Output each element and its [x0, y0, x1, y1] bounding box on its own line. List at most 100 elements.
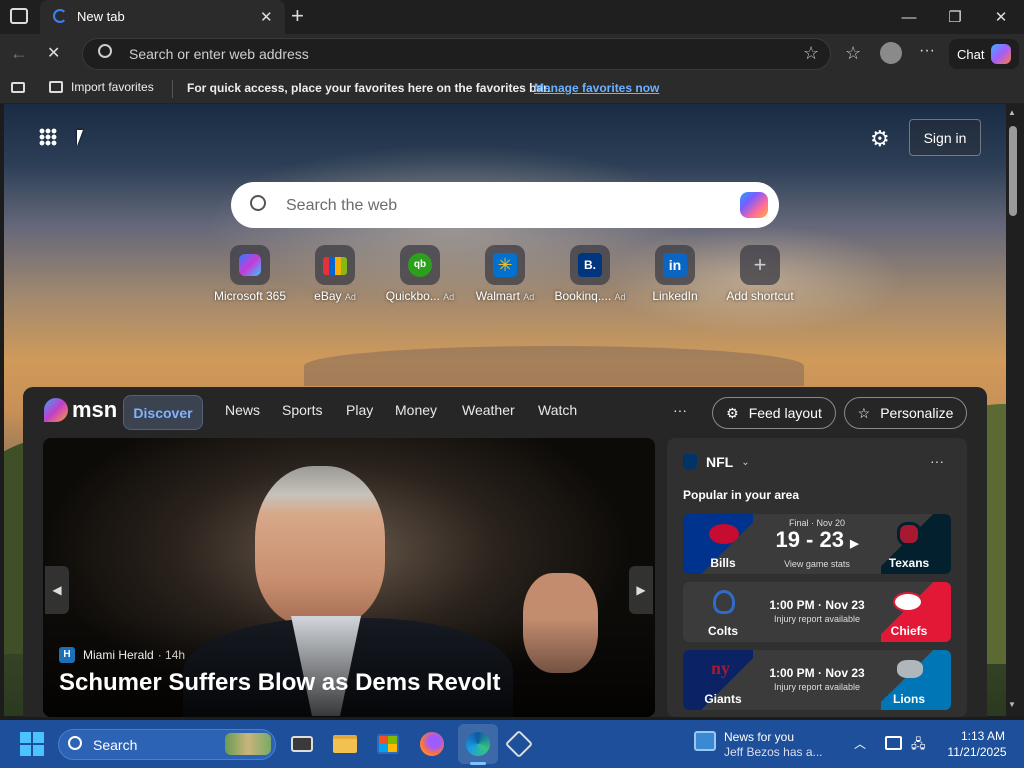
tab-watch[interactable]: Watch: [538, 402, 577, 418]
search-icon: [250, 195, 266, 211]
favorite-star-icon[interactable]: ☆: [803, 43, 819, 64]
taskbar-search-label: Search: [93, 737, 138, 753]
page-settings-icon[interactable]: ⚙: [870, 126, 890, 152]
quickbooks-icon: qb: [408, 253, 432, 277]
msn-logo[interactable]: msn: [44, 397, 117, 423]
feed-layout-button[interactable]: ⚙ Feed layout: [712, 397, 836, 429]
sign-in-button[interactable]: Sign in: [909, 119, 981, 156]
shortcut-linkedin[interactable]: in: [655, 245, 695, 285]
import-favorites-button[interactable]: Import favorites: [49, 80, 154, 94]
new-tab-button[interactable]: +: [291, 3, 304, 29]
game-note[interactable]: View game stats: [753, 559, 881, 569]
close-window-icon[interactable]: ✕: [986, 6, 1016, 28]
chat-button[interactable]: Chat: [949, 39, 1019, 69]
hero-source: H Miami Herald · 14h: [59, 647, 185, 663]
restore-icon[interactable]: ❐: [940, 6, 970, 28]
game-note[interactable]: Injury report available: [753, 614, 881, 624]
scrollbar-thumb[interactable]: [1009, 126, 1017, 216]
add-shortcut-button[interactable]: +: [740, 245, 780, 285]
copilot-icon: [991, 44, 1012, 64]
tab-money[interactable]: Money: [395, 402, 437, 418]
tab-actions-icon[interactable]: [10, 8, 28, 24]
bills-logo-icon: [709, 524, 739, 544]
hero-next-button[interactable]: ▶: [629, 566, 653, 614]
team-name: Bills: [710, 556, 736, 570]
news-widget-title[interactable]: News for you: [724, 730, 794, 744]
profile-avatar[interactable]: [880, 42, 902, 64]
network-icon[interactable]: 🖧: [911, 735, 926, 757]
clock-date[interactable]: 11/21/2025: [942, 745, 1012, 759]
ebay-icon: [323, 257, 347, 275]
tab-sports[interactable]: Sports: [282, 402, 322, 418]
hero-headline[interactable]: Schumer Suffers Blow as Dems Revolt: [59, 669, 500, 697]
close-tab-icon[interactable]: ✕: [260, 8, 273, 26]
file-explorer-icon[interactable]: [330, 730, 360, 758]
tab-news[interactable]: News: [225, 402, 260, 418]
team-name: Giants: [704, 692, 742, 706]
game-colts-chiefs[interactable]: Colts Chiefs 1:00 PM · Nov 23 Injury rep…: [683, 582, 951, 642]
sliders-icon: ⚙: [726, 404, 739, 421]
back-icon[interactable]: ←: [10, 43, 28, 64]
nfl-header[interactable]: NFL ⌄: [683, 454, 750, 470]
sparkle-icon: ☆: [857, 404, 871, 421]
edge-icon[interactable]: [463, 730, 493, 758]
tab-title: New tab: [77, 9, 125, 24]
clock-time[interactable]: 1:13 AM: [958, 729, 1008, 743]
web-search-placeholder[interactable]: Search the web: [286, 197, 397, 215]
shortcut-booking[interactable]: B.: [570, 245, 610, 285]
chiefs-logo-icon: [893, 592, 923, 612]
display-icon[interactable]: [885, 736, 902, 750]
personalize-button[interactable]: ☆ Personalize: [844, 397, 967, 429]
game-giants-lions[interactable]: ny Giants Lions 1:00 PM · Nov 23 Injury …: [683, 650, 951, 710]
shortcut-label: LinkedIn: [652, 289, 698, 303]
apps-launcher-icon[interactable]: [39, 128, 57, 146]
booking-icon: B.: [578, 253, 602, 277]
chat-label: Chat: [957, 46, 985, 62]
hero-story[interactable]: H Miami Herald · 14h Schumer Suffers Blo…: [43, 438, 655, 717]
address-placeholder[interactable]: Search or enter web address: [129, 46, 309, 62]
copilot-icon[interactable]: [740, 192, 768, 218]
stop-loading-icon[interactable]: ✕: [47, 43, 60, 63]
loading-tab-icon: [53, 9, 67, 23]
giants-logo-icon: ny: [711, 658, 731, 678]
hero-previous-button[interactable]: ◀: [45, 566, 69, 614]
play-arrow-icon: ▶: [850, 538, 859, 550]
favorites-icon[interactable]: ☆: [845, 43, 861, 64]
shortcut-walmart[interactable]: ✳: [485, 245, 525, 285]
shortcut-ebay[interactable]: [315, 245, 355, 285]
virtualbox-icon[interactable]: [504, 729, 534, 759]
chevron-up-icon[interactable]: ︿: [854, 735, 866, 752]
game-status: 1:00 PM · Nov 23: [769, 666, 865, 680]
news-widget-icon[interactable]: [694, 731, 716, 751]
manage-favorites-link[interactable]: Manage favorites now: [534, 81, 659, 95]
shortcut-quickbooks[interactable]: qb: [400, 245, 440, 285]
search-icon: [98, 44, 112, 58]
microsoft-store-icon[interactable]: [373, 730, 403, 758]
nfl-logo-icon: [683, 454, 697, 470]
shortcut-label: eBay Ad: [314, 289, 356, 303]
nfl-more-options-icon[interactable]: ···: [930, 453, 944, 469]
shortcut-microsoft-365[interactable]: [230, 245, 270, 285]
sidebar-toggle-icon[interactable]: [11, 82, 25, 93]
shortcut-label: Bookinq.... Ad: [554, 289, 626, 303]
game-score: 19 - 23 ▶: [775, 527, 859, 552]
plus-icon: +: [753, 252, 767, 277]
game-note[interactable]: Injury report available: [753, 682, 881, 692]
tab-play[interactable]: Play: [346, 402, 373, 418]
more-tabs-button[interactable]: ···: [673, 402, 687, 418]
scroll-up-icon[interactable]: ▲: [1008, 108, 1016, 117]
news-widget-subtitle[interactable]: Jeff Bezos has a...: [724, 745, 823, 759]
task-view-icon[interactable]: [287, 730, 317, 758]
start-windows-icon[interactable]: [20, 732, 44, 756]
minimize-icon[interactable]: —: [894, 6, 924, 28]
tab-weather[interactable]: Weather: [462, 402, 515, 418]
shortcut-label: Walmart Ad: [475, 289, 535, 303]
import-favorites-label: Import favorites: [71, 80, 154, 94]
settings-more-icon[interactable]: ···: [919, 42, 935, 60]
firefox-icon[interactable]: [417, 730, 447, 758]
game-bills-texans[interactable]: Bills Texans Final · Nov 20 19 - 23 ▶ Vi…: [683, 514, 951, 574]
scroll-down-icon[interactable]: ▼: [1008, 700, 1016, 709]
msn-butterfly-icon: [44, 398, 68, 422]
tab-discover[interactable]: Discover: [123, 395, 203, 430]
background-mountains: [304, 346, 804, 386]
